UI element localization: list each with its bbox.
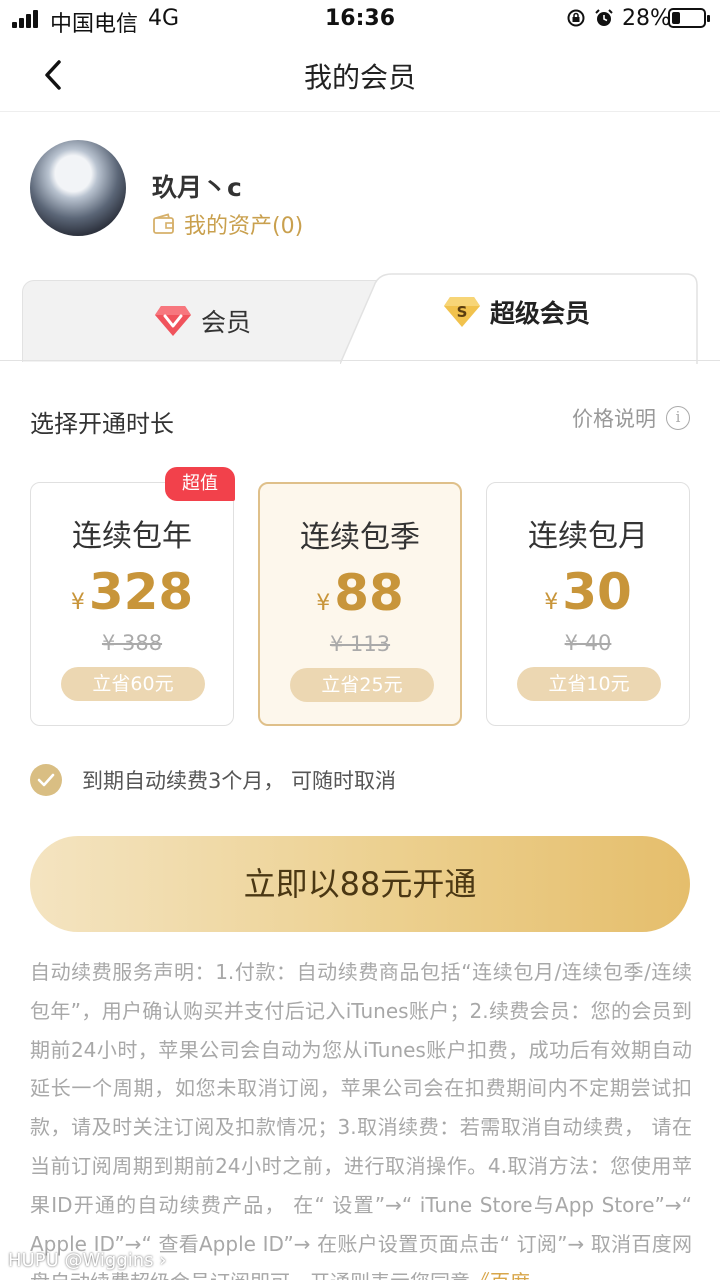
membership-tabs: 会员 S 超级会员	[0, 272, 720, 364]
super-s-icon: S	[444, 297, 480, 327]
plan-original-price: ¥ 388	[101, 631, 163, 655]
checkmark-icon	[30, 764, 62, 796]
plan-price: ¥ 88	[260, 564, 460, 622]
section-title: 选择开通时长	[30, 410, 174, 438]
price-info-label: 价格说明	[572, 407, 656, 431]
auto-renew-text: 到期自动续费3个月， 可随时取消	[82, 769, 397, 793]
plan-price: ¥ 328	[31, 563, 233, 621]
plan-name: 连续包月	[528, 519, 648, 554]
my-assets-link[interactable]: 我的资产(0)	[152, 208, 303, 240]
plan-amount: 30	[562, 563, 632, 621]
tab-super-member[interactable]: S 超级会员	[340, 272, 698, 364]
tab-divider	[0, 360, 720, 361]
plan-card-quarterly[interactable]: 连续包季 ¥ 88 ¥ 113 立省25元	[258, 482, 462, 726]
plan-price: ¥ 30	[487, 563, 689, 621]
plan-name: 连续包年	[72, 519, 192, 554]
terms-body: 自动续费服务声明：1.付款：自动续费商品包括“连续包月/连续包季/连续包年”，用…	[30, 960, 692, 1280]
auto-renew-checkbox[interactable]: 到期自动续费3个月， 可随时取消	[30, 764, 396, 796]
tab-super-label: 超级会员	[490, 299, 591, 328]
status-bar: 中国电信 4G 16:36 28%	[0, 0, 720, 38]
plan-name: 连续包季	[300, 520, 420, 555]
orientation-lock-icon	[567, 9, 585, 27]
subscribe-button[interactable]: 立即以88元开通	[30, 836, 690, 932]
wallet-icon	[153, 213, 174, 234]
info-icon: i	[666, 406, 690, 430]
auto-renew-terms: 自动续费服务声明：1.付款：自动续费商品包括“连续包月/连续包季/连续包年”，用…	[30, 953, 692, 1280]
plan-card-yearly[interactable]: 连续包年 ¥ 328 ¥ 388 立省60元 超值	[30, 467, 235, 726]
page-title: 我的会员	[303, 61, 416, 94]
svg-text:S: S	[457, 303, 468, 321]
plan-original-price: ¥ 40	[564, 631, 612, 655]
plan-amount: 328	[88, 563, 194, 621]
my-assets-label: 我的资产(0)	[184, 214, 304, 239]
nav-bar: 我的会员	[0, 38, 720, 112]
watermark: HUPU @Wiggins ›	[8, 1250, 167, 1271]
best-value-badge: 超值	[165, 467, 235, 501]
tab-member[interactable]: 会员	[22, 280, 382, 362]
plan-save-badge: 立省60元	[61, 667, 205, 701]
plan-amount: 88	[334, 564, 404, 622]
username: 玖月丶c	[152, 173, 242, 202]
battery-percent: 28%	[622, 6, 671, 31]
currency-symbol: ¥	[316, 591, 331, 616]
plan-save-badge: 立省10元	[517, 667, 661, 701]
plan-original-price: ¥ 113	[329, 632, 391, 656]
currency-symbol: ¥	[70, 590, 85, 615]
currency-symbol: ¥	[544, 590, 559, 615]
battery-fill	[672, 12, 680, 24]
diamond-icon	[155, 306, 191, 336]
agreement-link[interactable]: 《百度	[470, 1270, 530, 1280]
tab-member-label: 会员	[201, 308, 252, 337]
plan-save-badge: 立省25元	[290, 668, 434, 702]
plan-card-monthly[interactable]: 连续包月 ¥ 30 ¥ 40 立省10元	[486, 482, 690, 726]
avatar[interactable]	[30, 140, 126, 236]
alarm-icon	[595, 9, 613, 26]
price-info-link[interactable]: 价格说明 i	[572, 403, 690, 433]
battery-icon	[668, 8, 710, 28]
